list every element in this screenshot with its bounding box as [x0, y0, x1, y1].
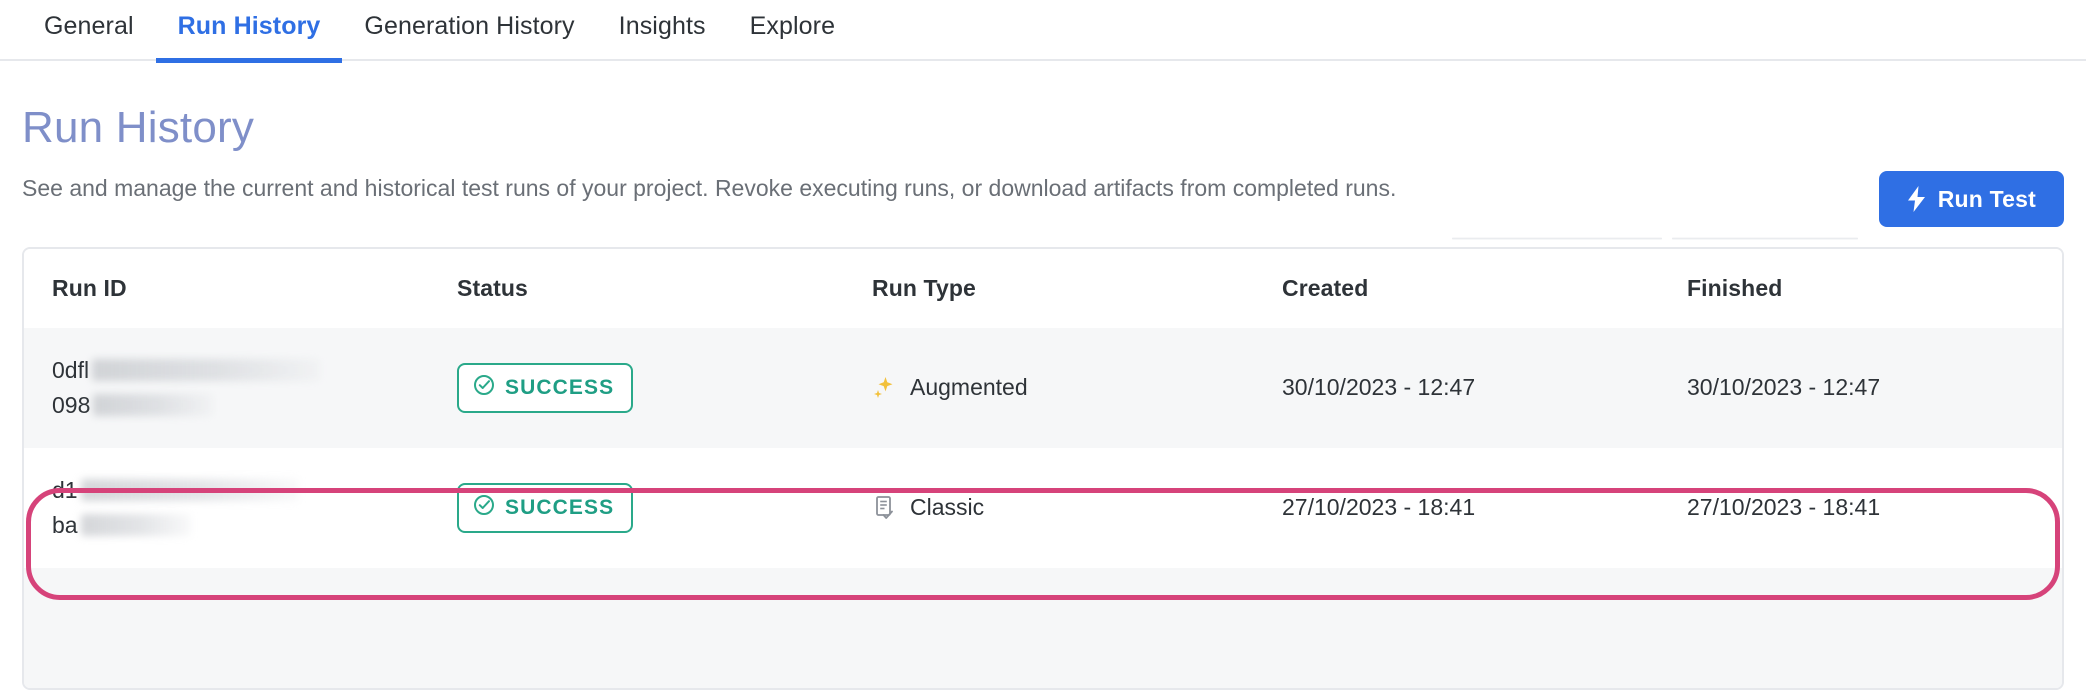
page-title: Run History: [22, 103, 255, 152]
run-test-button[interactable]: Run Test: [1878, 171, 2064, 227]
document-check-icon: [872, 495, 896, 521]
run-type-value: Classic: [872, 494, 1282, 521]
main-tab-bar: General Run History Generation History I…: [0, 0, 2086, 63]
table-row[interactable]: d1 ba SUCCESS Classic 27/10/2023 - 18:41…: [24, 447, 2062, 568]
cell-run-type: Augmented: [872, 327, 1282, 448]
status-badge: SUCCESS: [457, 482, 634, 533]
status-badge: SUCCESS: [457, 362, 634, 413]
cell-finished: 30/10/2023 - 12:47: [1687, 327, 2017, 448]
cell-actions: [2017, 447, 2062, 568]
run-history-table-container: Run ID Status Run Type Created Finished …: [22, 246, 2064, 690]
ghost-divider-right: [1672, 237, 1858, 240]
tab-generation-history[interactable]: Generation History: [342, 0, 596, 61]
cell-run-id: d1 ba: [24, 447, 457, 568]
cell-status: SUCCESS: [457, 327, 872, 448]
cell-status: SUCCESS: [457, 447, 872, 568]
check-circle-icon: [473, 494, 495, 522]
table-row-partial[interactable]: [24, 567, 2062, 688]
run-id-text-2: 098: [52, 391, 91, 418]
cell-partial: [24, 567, 2062, 688]
cell-run-id: 0dfl 098: [24, 327, 457, 448]
redacted-block: [92, 359, 321, 382]
sparkles-icon: [872, 375, 896, 401]
run-id-line-1: d1: [52, 477, 457, 504]
check-circle-icon: [473, 374, 495, 402]
page-body: Run History See and manage the current a…: [0, 61, 2086, 240]
redacted-block: [93, 394, 214, 417]
table-row[interactable]: 0dfl 098 SUCCESS Augmented 30/10/2023 - …: [24, 327, 2062, 448]
run-type-value: Augmented: [872, 374, 1282, 401]
tab-insights[interactable]: Insights: [597, 0, 728, 61]
column-header-finished[interactable]: Finished: [1687, 248, 2017, 328]
run-id-text-1: 0dfl: [52, 356, 90, 383]
cell-finished: 27/10/2023 - 18:41: [1687, 447, 2017, 568]
column-header-run-id[interactable]: Run ID: [24, 248, 457, 328]
redacted-block: [80, 514, 191, 537]
status-badge-label: SUCCESS: [505, 375, 615, 399]
column-header-created[interactable]: Created: [1282, 248, 1687, 328]
run-type-label: Augmented: [910, 374, 1028, 401]
run-type-label: Classic: [910, 494, 985, 521]
run-id-text-1: d1: [52, 476, 78, 503]
column-header-actions: [2017, 248, 2062, 328]
run-history-table: Run ID Status Run Type Created Finished …: [24, 248, 2062, 688]
tab-explore[interactable]: Explore: [728, 0, 857, 61]
cell-created: 30/10/2023 - 12:47: [1282, 327, 1687, 448]
run-id-text-2: ba: [52, 511, 78, 538]
run-id-line-2: 098: [52, 392, 457, 419]
tab-general[interactable]: General: [22, 0, 156, 61]
ghost-divider-left: [1452, 237, 1662, 240]
run-id-line-2: ba: [52, 512, 457, 539]
column-header-run-type[interactable]: Run Type: [872, 248, 1282, 328]
run-id-line-1: 0dfl: [52, 357, 457, 384]
lightning-bolt-icon: [1907, 186, 1926, 212]
status-badge-label: SUCCESS: [505, 495, 615, 519]
cell-run-type: Classic: [872, 447, 1282, 568]
table-body: 0dfl 098 SUCCESS Augmented 30/10/2023 - …: [24, 327, 2062, 688]
run-id-value: 0dfl 098: [52, 357, 457, 419]
run-id-value: d1 ba: [52, 477, 457, 539]
page-description: See and manage the current and historica…: [22, 175, 1397, 202]
run-test-label: Run Test: [1937, 185, 2036, 212]
table-header: Run ID Status Run Type Created Finished: [24, 248, 2062, 328]
table-header-row: Run ID Status Run Type Created Finished: [24, 248, 2062, 328]
cell-actions: [2017, 327, 2062, 448]
tab-run-history[interactable]: Run History: [155, 0, 343, 63]
cell-created: 27/10/2023 - 18:41: [1282, 447, 1687, 568]
redacted-block: [80, 479, 299, 502]
column-header-status[interactable]: Status: [457, 248, 872, 328]
